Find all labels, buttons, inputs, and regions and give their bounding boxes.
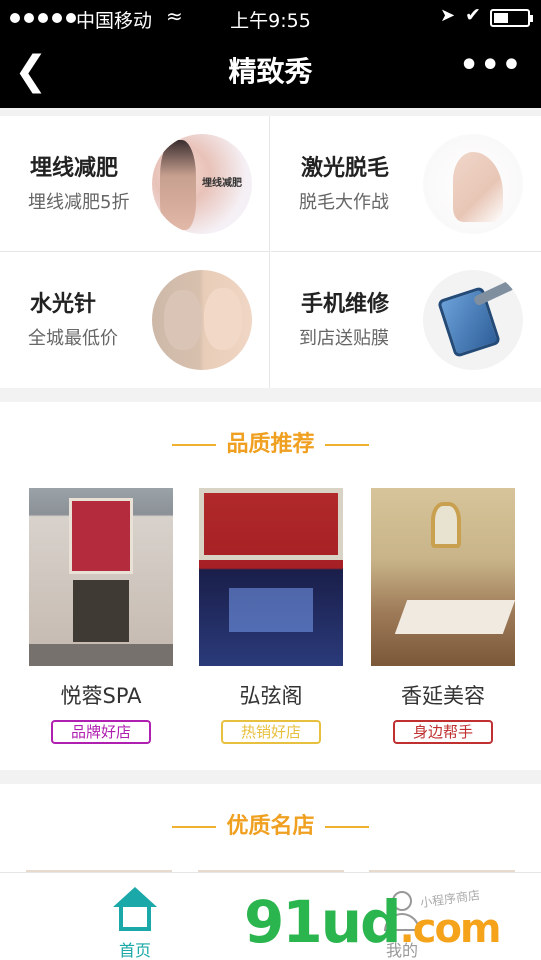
service-image <box>423 270 523 370</box>
watermark-suffix: .com <box>399 906 502 952</box>
shop-tag: 品牌好店 <box>51 720 151 744</box>
divider <box>172 444 217 446</box>
shop-name: 香延美容 <box>401 684 485 708</box>
tab-home[interactable]: 首页 <box>85 887 185 960</box>
service-image-text: 埋线减肥 <box>202 178 242 189</box>
section-header: 品质推荐 <box>0 426 541 458</box>
shop-tag: 身边帮手 <box>393 720 493 744</box>
section-title: 品质推荐 <box>226 432 315 457</box>
service-grid: 埋线减肥 埋线减肥5折 埋线减肥 激光脱毛 脱毛大作战 水光针 全城最低价 手机… <box>0 116 541 388</box>
service-subtitle: 到店送贴膜 <box>299 328 389 349</box>
more-button[interactable]: ••• <box>459 48 523 83</box>
service-image <box>152 270 252 370</box>
section-title: 优质名店 <box>226 814 315 839</box>
service-title: 埋线减肥 <box>30 156 119 181</box>
divider <box>172 826 217 828</box>
watermark-main: 91ud <box>244 888 402 956</box>
service-title: 激光脱毛 <box>301 156 390 181</box>
service-card-phone-repair[interactable]: 手机维修 到店送贴膜 <box>271 252 541 388</box>
quality-recommend-section: 品质推荐 悦蓉SPA 品牌好店 弘弦阁 热销好店 香延美容 身边帮手 <box>0 402 541 770</box>
service-subtitle: 全城最低价 <box>28 328 118 349</box>
service-image: 埋线减肥 <box>152 134 252 234</box>
service-title: 水光针 <box>30 292 97 317</box>
shop-card[interactable]: 弘弦阁 热销好店 <box>199 488 343 744</box>
service-card-laser-hair-removal[interactable]: 激光脱毛 脱毛大作战 <box>271 116 541 252</box>
clock: 上午9:55 <box>230 10 311 32</box>
top-bar: 中国移动 ≈ 上午9:55 ➤ ✔ ❮ 精致秀 ••• <box>0 0 541 108</box>
shop-tag: 热销好店 <box>221 720 321 744</box>
service-subtitle: 埋线减肥5折 <box>28 192 130 213</box>
service-title: 手机维修 <box>301 292 390 317</box>
shop-photo <box>199 488 343 666</box>
shop-card[interactable]: 悦蓉SPA 品牌好店 <box>29 488 173 744</box>
battery-icon <box>490 9 533 27</box>
divider <box>324 826 369 828</box>
shop-photo <box>29 488 173 666</box>
bluetooth-icon: ✔ <box>465 4 481 26</box>
service-image <box>423 134 523 234</box>
service-subtitle: 脱毛大作战 <box>299 192 389 213</box>
nav-bar: ❮ 精致秀 ••• <box>0 36 541 108</box>
section-header: 优质名店 <box>0 808 541 840</box>
location-icon: ➤ <box>440 5 456 26</box>
shop-card[interactable]: 香延美容 身边帮手 <box>371 488 515 744</box>
service-card-thread-slimming[interactable]: 埋线减肥 埋线减肥5折 埋线减肥 <box>0 116 270 252</box>
status-bar: 中国移动 ≈ 上午9:55 ➤ ✔ <box>0 0 541 36</box>
divider <box>324 444 369 446</box>
tab-label: 首页 <box>118 941 151 960</box>
service-card-water-light-injection[interactable]: 水光针 全城最低价 <box>0 252 270 388</box>
shop-name: 悦蓉SPA <box>60 684 142 708</box>
shop-photo <box>371 488 515 666</box>
home-icon <box>111 887 159 933</box>
shop-name: 弘弦阁 <box>239 684 303 708</box>
